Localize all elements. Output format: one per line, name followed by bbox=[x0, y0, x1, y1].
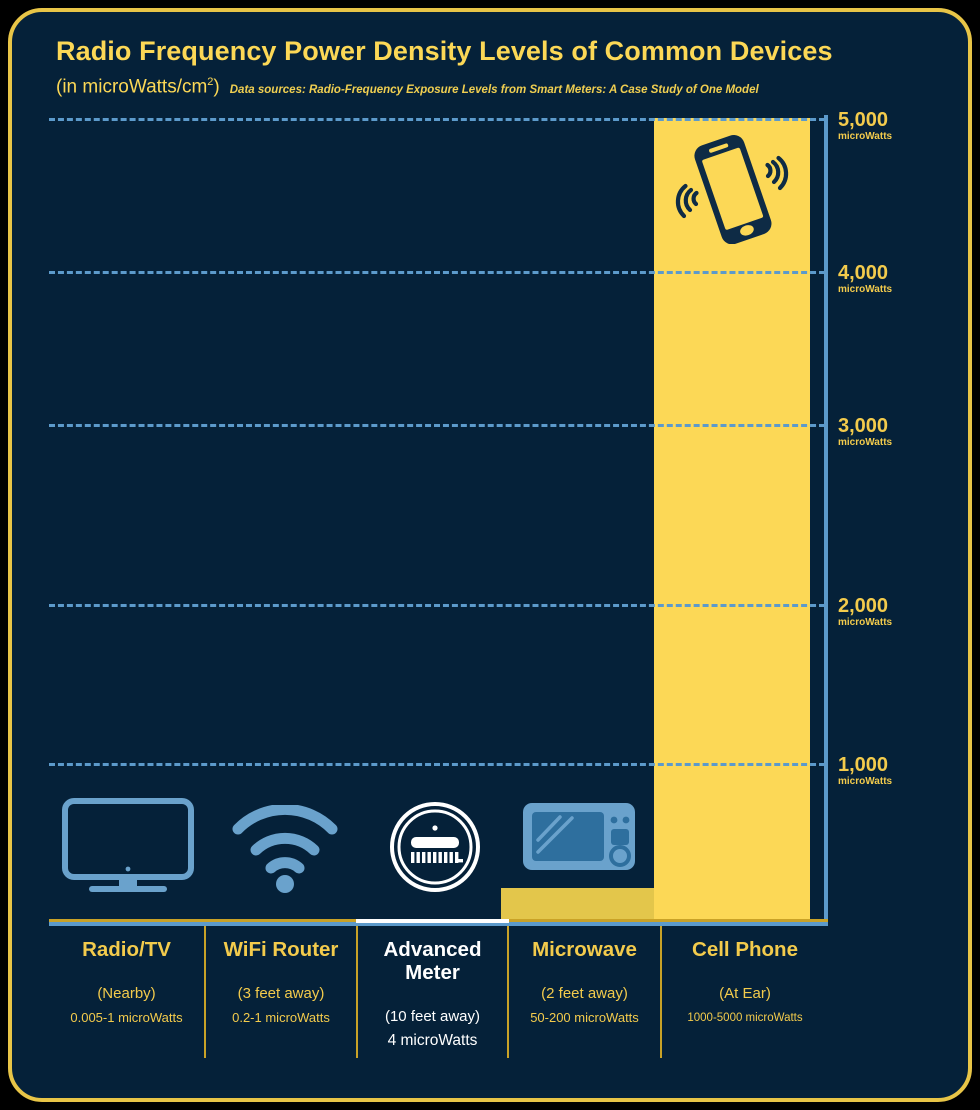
y-tick-unit: microWatts bbox=[838, 437, 893, 448]
category-name: Advanced Meter bbox=[383, 938, 482, 984]
wifi-icon bbox=[232, 805, 338, 893]
category-value: 1000-5000 microWatts bbox=[687, 1012, 803, 1024]
y-tick-value: 5,000 bbox=[838, 109, 889, 131]
y-tick-unit: microWatts bbox=[838, 617, 893, 628]
gridline-3000 bbox=[49, 424, 825, 427]
cell-phone-icon bbox=[675, 135, 789, 244]
category-distance: (3 feet away) bbox=[237, 985, 325, 1002]
category-wifi-router[interactable]: WiFi Router (3 feet away) 0.2-1 microWat… bbox=[206, 926, 358, 1058]
y-tick-unit: microWatts bbox=[838, 131, 893, 142]
category-value: 50-200 microWatts bbox=[530, 1010, 639, 1025]
y-axis-line bbox=[824, 115, 828, 926]
television-icon bbox=[62, 798, 194, 892]
y-tick-unit: microWatts bbox=[838, 284, 893, 295]
category-name: Cell Phone bbox=[692, 938, 798, 961]
microwave-icon bbox=[523, 803, 635, 870]
bar-microwave bbox=[501, 888, 654, 922]
gridline-4000 bbox=[49, 271, 825, 274]
y-tick-value: 3,000 bbox=[838, 415, 889, 437]
category-value: 4 microWatts bbox=[387, 1032, 478, 1049]
y-tick-1000: 1,000 microWatts bbox=[838, 755, 892, 788]
y-tick-value: 1,000 bbox=[838, 754, 889, 776]
y-tick-2000: 2,000 microWatts bbox=[838, 596, 892, 629]
infographic-poster: Radio Frequency Power Density Levels of … bbox=[8, 8, 972, 1102]
category-name: Radio/TV bbox=[82, 938, 171, 961]
highlight-top-border bbox=[356, 919, 509, 923]
category-distance: (10 feet away) bbox=[384, 1008, 481, 1025]
category-value: 0.005-1 microWatts bbox=[70, 1010, 183, 1025]
gridline-5000 bbox=[49, 118, 825, 121]
y-tick-value: 2,000 bbox=[838, 595, 889, 617]
category-microwave[interactable]: Microwave (2 feet away) 50-200 microWatt… bbox=[509, 926, 662, 1058]
y-tick-unit: microWatts bbox=[838, 776, 893, 787]
gridline-1000 bbox=[49, 763, 825, 766]
category-name: Microwave bbox=[532, 938, 637, 961]
category-value: 0.2-1 microWatts bbox=[232, 1010, 330, 1025]
category-label-row: Radio/TV (Nearby) 0.005-1 microWatts WiF… bbox=[49, 919, 828, 1058]
category-radio-tv[interactable]: Radio/TV (Nearby) 0.005-1 microWatts bbox=[49, 926, 206, 1058]
bar-cell-phone bbox=[654, 118, 810, 922]
category-distance: (Nearby) bbox=[97, 985, 156, 1002]
category-distance: (2 feet away) bbox=[541, 985, 628, 1002]
category-name: WiFi Router bbox=[223, 938, 339, 961]
category-distance: (At Ear) bbox=[719, 985, 771, 1002]
gridline-2000 bbox=[49, 604, 825, 607]
y-tick-value: 4,000 bbox=[838, 262, 889, 284]
category-cell-phone[interactable]: Cell Phone (At Ear) 1000-5000 microWatts bbox=[662, 926, 828, 1058]
y-tick-3000: 3,000 microWatts bbox=[838, 416, 892, 449]
category-advanced-meter[interactable]: Advanced Meter (10 feet away) 4 microWat… bbox=[356, 919, 509, 1058]
y-tick-4000: 4,000 microWatts bbox=[838, 263, 892, 296]
y-tick-5000: 5,000 microWatts bbox=[838, 110, 892, 143]
smart-meter-icon bbox=[390, 802, 480, 892]
